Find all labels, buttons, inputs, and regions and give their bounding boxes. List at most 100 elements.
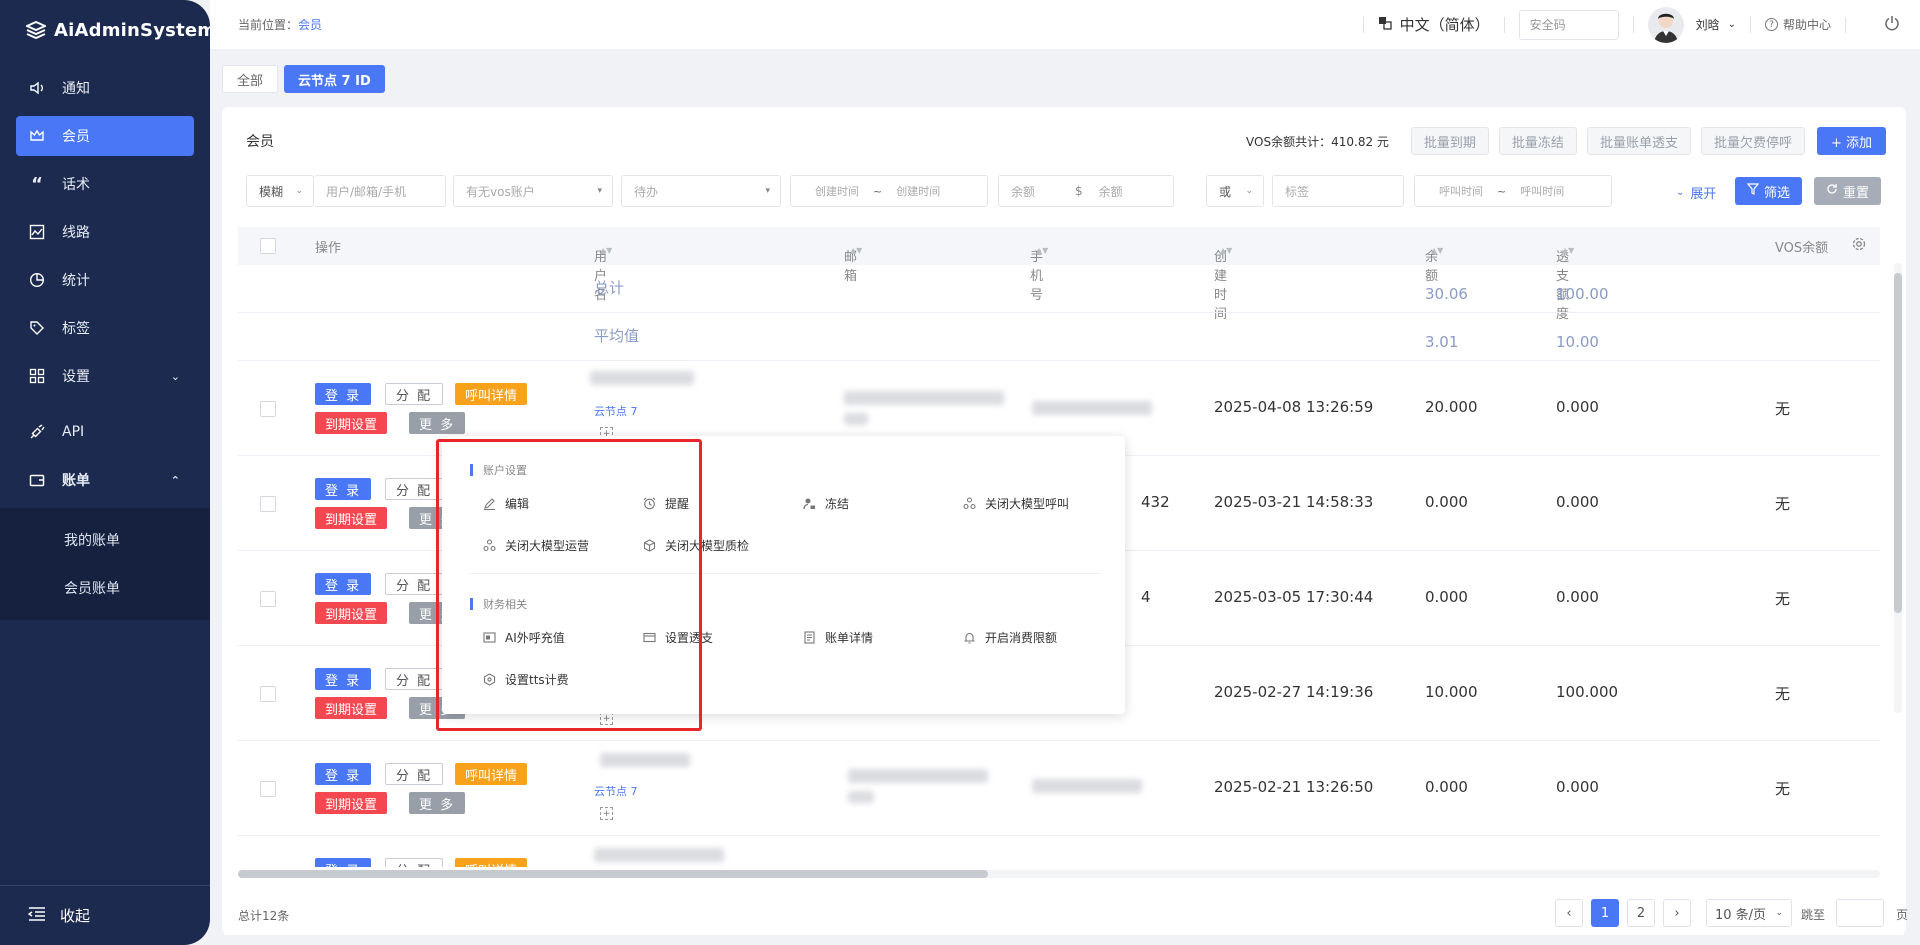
- tag-input[interactable]: 标签: [1272, 175, 1404, 207]
- sort-icon: ▲▼: [1431, 246, 1444, 255]
- sidebar-subitem-my-bill[interactable]: 我的账单: [0, 516, 210, 564]
- sidebar-item-api[interactable]: API: [16, 412, 194, 452]
- collapse-button[interactable]: 收起: [0, 885, 210, 945]
- sidebar-item-tag[interactable]: 标签: [16, 308, 194, 348]
- expire-settings-button[interactable]: 到期设置: [315, 412, 388, 434]
- page-size-select[interactable]: 10 条/页 ⌄: [1706, 899, 1792, 927]
- row-checkbox[interactable]: [260, 686, 276, 702]
- scroll-thumb[interactable]: [1894, 273, 1902, 613]
- more-button[interactable]: 更 多: [409, 792, 466, 814]
- row-checkbox[interactable]: [260, 781, 276, 797]
- expire-settings-button[interactable]: 到期设置: [315, 697, 388, 719]
- sidebar-item-bill[interactable]: 账单 ⌃: [16, 460, 194, 500]
- chevron-down-icon: ⌄: [1245, 186, 1253, 196]
- assign-button[interactable]: 分 配: [385, 763, 444, 785]
- help-label: 帮助中心: [1782, 18, 1831, 32]
- pending-select[interactable]: 待办 ▾: [621, 175, 781, 207]
- page-2-button[interactable]: 2: [1627, 899, 1655, 927]
- login-button[interactable]: 登 录: [315, 383, 372, 405]
- column-settings-icon[interactable]: [1852, 237, 1866, 255]
- language-switcher[interactable]: 中文（简体）: [1378, 14, 1490, 35]
- highlight-box: [436, 439, 702, 731]
- sidebar-item-member[interactable]: 会员: [16, 116, 194, 156]
- sidebar-item-notice[interactable]: 通知: [16, 68, 194, 108]
- redacted-email: [848, 791, 874, 803]
- vos-total: VOS余额共计：410.82 元: [1246, 133, 1389, 150]
- add-button[interactable]: + 添加: [1816, 127, 1886, 155]
- bulk-stop-call-button[interactable]: 批量欠费停呼: [1700, 127, 1805, 155]
- security-code-input[interactable]: 安全码: [1518, 9, 1619, 40]
- more-button[interactable]: 更 多: [409, 412, 466, 434]
- created-time: 2025-04-08 13:26:59: [1214, 398, 1374, 416]
- call-time-range[interactable]: 呼叫时间 ~ 呼叫时间: [1414, 175, 1612, 207]
- tag-node[interactable]: 云节点 7 ID: [284, 65, 385, 93]
- jump-page-input[interactable]: [1836, 899, 1884, 927]
- sidebar-item-stats[interactable]: 统计: [16, 260, 194, 300]
- call-detail-button[interactable]: 呼叫详情: [455, 383, 528, 405]
- next-page-button[interactable]: ›: [1663, 899, 1691, 927]
- user-menu[interactable]: 刘晗 ⌄: [1647, 6, 1736, 43]
- assign-button[interactable]: 分 配: [385, 858, 444, 867]
- user-lock-icon: [802, 497, 816, 511]
- assign-button[interactable]: 分 配: [385, 668, 444, 690]
- caret-down-icon: ▾: [765, 186, 770, 196]
- vos-balance: 无: [1775, 590, 1791, 608]
- app-logo[interactable]: AiAdminSystem: [0, 0, 216, 60]
- login-button[interactable]: 登 录: [315, 478, 372, 500]
- power-icon[interactable]: [1884, 15, 1900, 34]
- expire-settings-button[interactable]: 到期设置: [315, 792, 388, 814]
- help-center-link[interactable]: ? 帮助中心: [1764, 16, 1831, 33]
- table-row: 登 录 分 配 呼叫详情: [238, 836, 1880, 867]
- bill-detail-menu-item[interactable]: 账单详情: [802, 629, 873, 646]
- login-button[interactable]: 登 录: [315, 668, 372, 690]
- vertical-scrollbar[interactable]: [1894, 263, 1902, 713]
- select-all-checkbox[interactable]: [260, 238, 276, 254]
- row-checkbox[interactable]: [260, 496, 276, 512]
- page-1-button[interactable]: 1: [1591, 899, 1619, 927]
- login-button[interactable]: 登 录: [315, 858, 372, 867]
- breadcrumb-current[interactable]: 会员: [298, 18, 322, 32]
- row-checkbox[interactable]: [260, 401, 276, 417]
- topbar: 当前位置：会员 中文（简体） 安全码 刘晗 ⌄ ? 帮助中心: [210, 0, 1920, 50]
- login-button[interactable]: 登 录: [315, 763, 372, 785]
- bulk-expire-button[interactable]: 批量到期: [1410, 127, 1489, 155]
- created-time-range[interactable]: 创建时间 ~ 创建时间: [790, 175, 988, 207]
- prev-page-button[interactable]: ‹: [1555, 899, 1583, 927]
- call-detail-button[interactable]: 呼叫详情: [455, 858, 528, 867]
- bulk-overdraft-button[interactable]: 批量账单透支: [1586, 127, 1691, 155]
- assign-button[interactable]: 分 配: [385, 573, 444, 595]
- sidebar-subitem-member-bill[interactable]: 会员账单: [0, 564, 210, 612]
- redacted-username: [590, 371, 694, 385]
- enable-spend-limit-menu-item[interactable]: 开启消费限额: [962, 629, 1057, 646]
- freeze-menu-item[interactable]: 冻结: [802, 495, 849, 512]
- match-mode-select[interactable]: 模糊 ⌄: [246, 175, 314, 207]
- sidebar-item-label: API: [62, 424, 85, 440]
- expire-settings-button[interactable]: 到期设置: [315, 507, 388, 529]
- bulk-freeze-button[interactable]: 批量冻结: [1498, 127, 1577, 155]
- add-tag-icon[interactable]: +: [600, 807, 613, 820]
- assign-button[interactable]: 分 配: [385, 383, 444, 405]
- table-row: 登 录 分 配 呼叫详情 到期设置 更 多 云节点 7 + 2025-02-21…: [238, 741, 1880, 836]
- login-button[interactable]: 登 录: [315, 573, 372, 595]
- pie-chart-icon: [28, 271, 46, 289]
- assign-button[interactable]: 分 配: [385, 478, 444, 500]
- logic-select[interactable]: 或 ⌄: [1206, 175, 1264, 207]
- reset-button[interactable]: 重置: [1814, 177, 1882, 205]
- sidebar-item-route[interactable]: 线路: [16, 212, 194, 252]
- row-checkbox[interactable]: [260, 591, 276, 607]
- vos-account-select[interactable]: 有无vos账户 ▾: [453, 175, 613, 207]
- horizontal-scrollbar[interactable]: [238, 870, 1880, 878]
- filter-button[interactable]: 筛选: [1735, 177, 1803, 205]
- sidebar-item-settings[interactable]: 设置 ⌄: [16, 356, 194, 396]
- balance-range[interactable]: 余额 $ 余额: [998, 175, 1174, 207]
- redacted-phone: [1032, 401, 1152, 415]
- call-detail-button[interactable]: 呼叫详情: [455, 763, 528, 785]
- expire-settings-button[interactable]: 到期设置: [315, 602, 388, 624]
- sidebar-item-script[interactable]: “ 话术: [16, 164, 194, 204]
- overdraft: 0.000: [1556, 778, 1599, 796]
- scroll-thumb[interactable]: [238, 870, 988, 878]
- expand-link[interactable]: ⌄ 展开: [1676, 183, 1716, 202]
- user-search-input[interactable]: 用户/邮箱/手机: [314, 175, 446, 207]
- tag-all[interactable]: 全部: [222, 65, 279, 93]
- close-llm-call-menu-item[interactable]: 关闭大模型呼叫: [962, 495, 1069, 512]
